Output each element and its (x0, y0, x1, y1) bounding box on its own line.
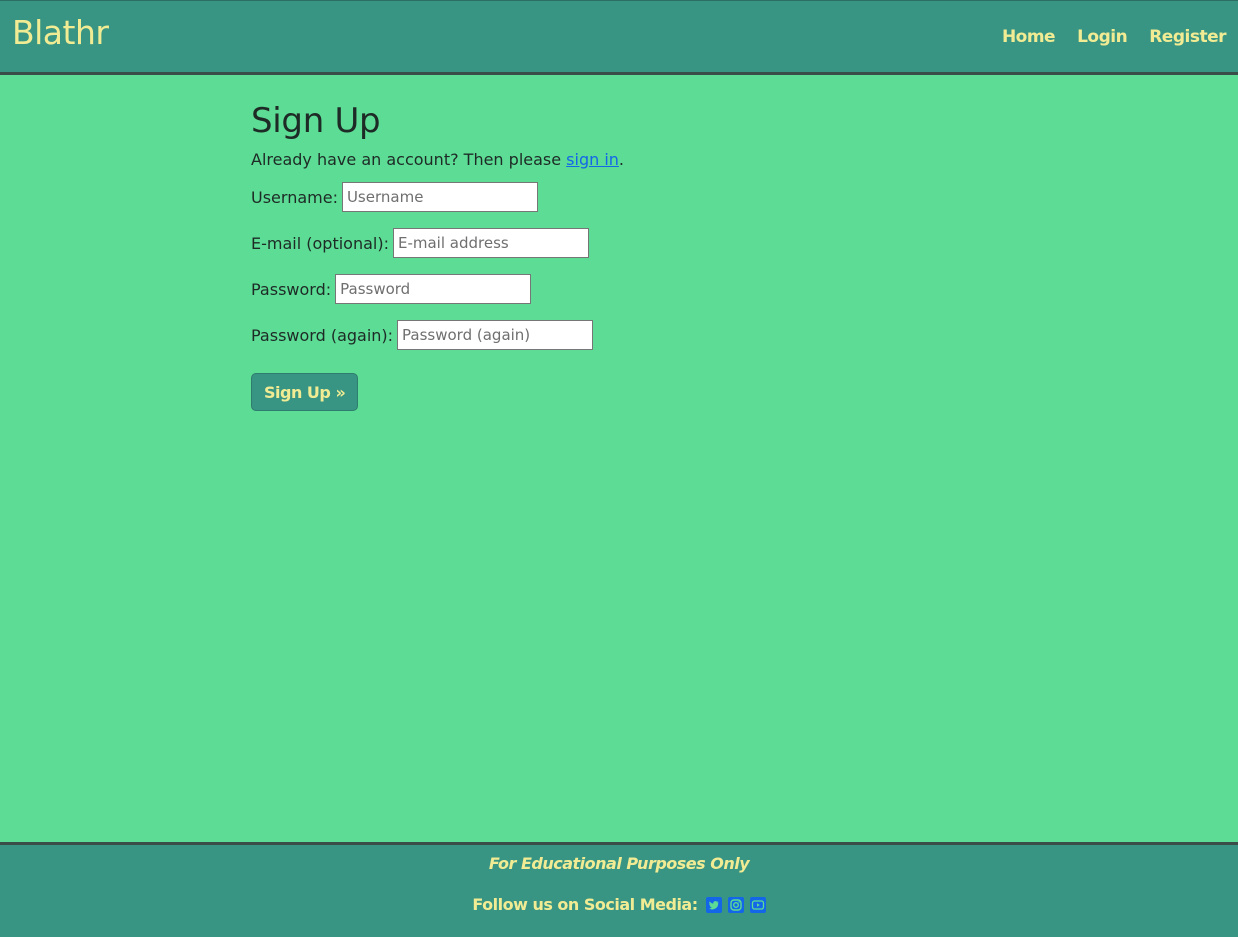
signin-prompt-text: Already have an account? Then please (251, 150, 567, 169)
brand-logo[interactable]: Blathr (12, 13, 109, 52)
nav-link-register[interactable]: Register (1149, 27, 1226, 47)
nav-link-login[interactable]: Login (1077, 27, 1128, 47)
twitter-icon[interactable] (705, 896, 722, 913)
email-row: E-mail (optional): (251, 228, 624, 258)
signin-prompt-end: . (618, 150, 625, 169)
nav-link-home[interactable]: Home (1002, 27, 1056, 47)
username-label: Username: (251, 187, 338, 207)
username-input[interactable] (341, 182, 538, 212)
password-row: Password: (251, 274, 624, 304)
social-media-row: Follow us on Social Media: (0, 895, 1238, 914)
instagram-icon[interactable] (727, 896, 744, 913)
password-label: Password: (251, 279, 332, 299)
nav-links: Home Login Register (1002, 27, 1227, 47)
youtube-icon[interactable] (749, 896, 766, 913)
email-input[interactable] (392, 228, 589, 258)
password-input[interactable] (335, 274, 532, 304)
password-again-label: Password (again): (251, 325, 394, 345)
page-title: Sign Up (251, 101, 381, 141)
sign-up-button[interactable]: Sign Up » (251, 373, 359, 411)
password-again-input[interactable] (397, 320, 594, 350)
email-label: E-mail (optional): (251, 233, 389, 253)
page-footer: For Educational Purposes Only Follow us … (0, 842, 1238, 937)
top-navbar: Blathr Home Login Register (0, 0, 1238, 75)
social-label: Follow us on Social Media: (472, 895, 698, 914)
signup-form: Username: E-mail (optional): Password: P… (251, 182, 624, 411)
signin-link[interactable]: sign in (566, 150, 619, 169)
signup-content: Sign Up Already have an account? Then pl… (251, 100, 624, 411)
footer-disclaimer: For Educational Purposes Only (488, 854, 750, 873)
username-row: Username: (251, 182, 624, 212)
password-again-row: Password (again): (251, 320, 624, 350)
signin-prompt: Already have an account? Then please sig… (251, 148, 624, 172)
